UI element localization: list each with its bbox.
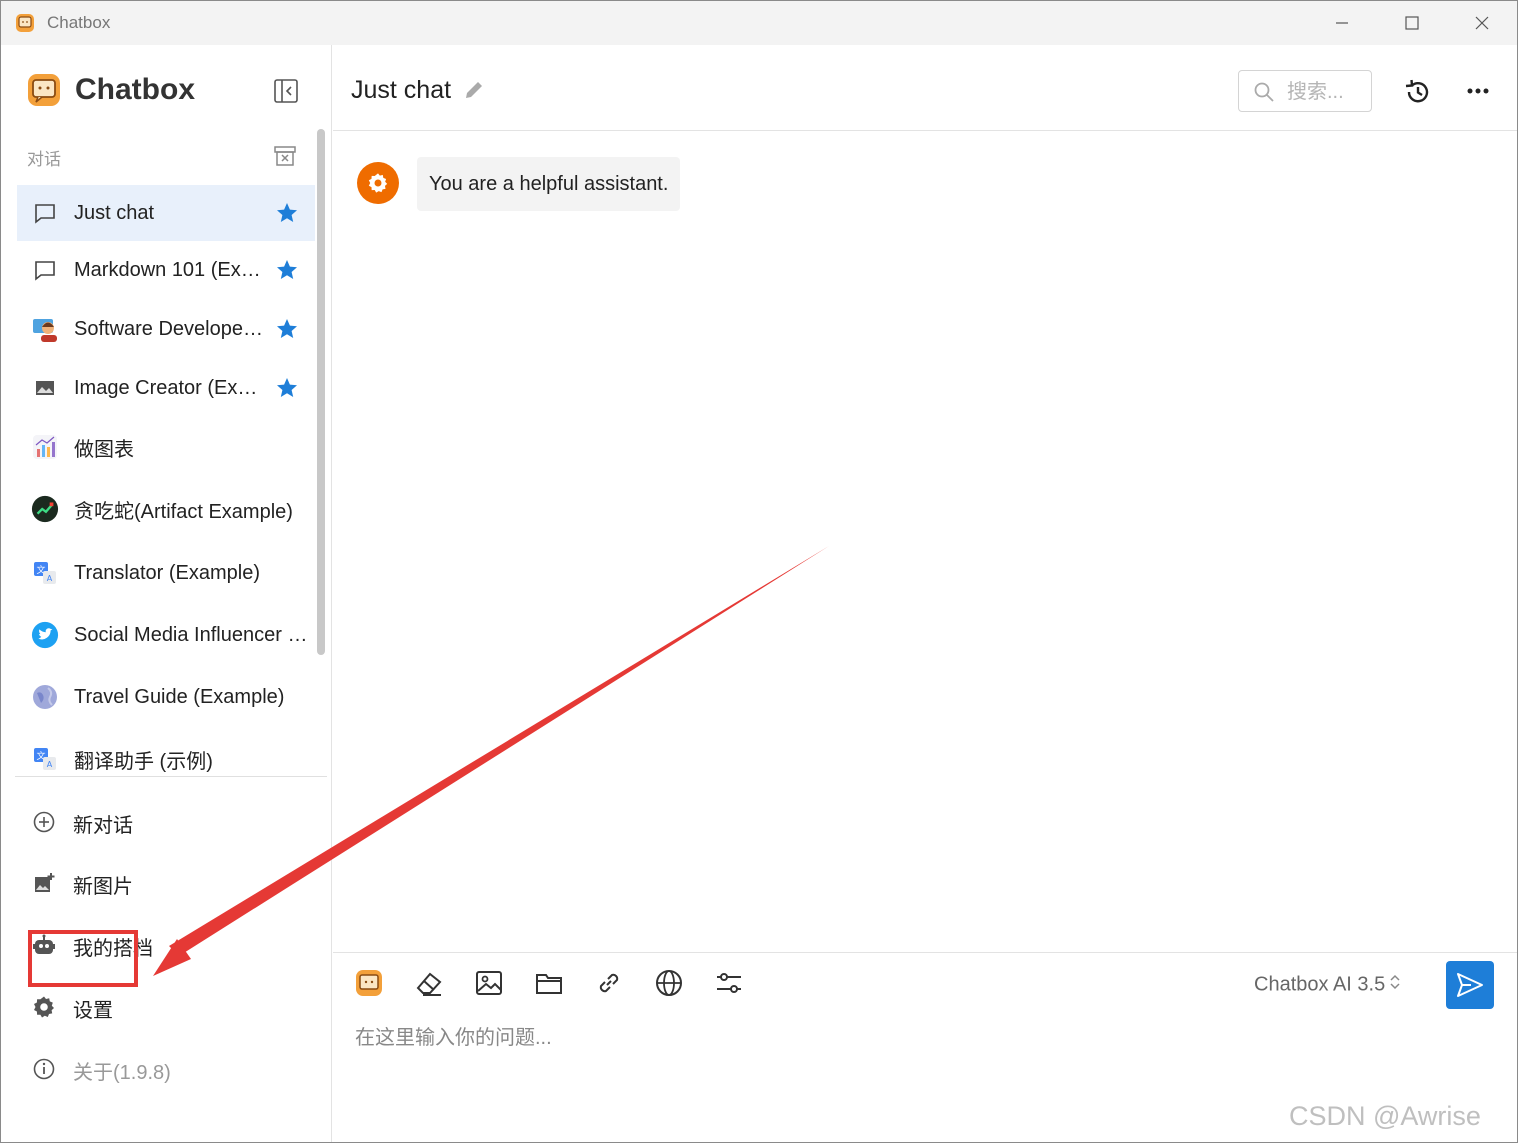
title-bar: Chatbox <box>1 1 1517 45</box>
conversation-item-software-developer[interactable]: Software Developer (Example) <box>17 301 315 357</box>
about-label: 关于(1.9.8) <box>73 1062 171 1084</box>
maximize-button[interactable] <box>1389 9 1435 37</box>
sliders-icon[interactable] <box>713 967 745 999</box>
new-image-button[interactable]: 新图片 <box>1 856 332 908</box>
conversation-label: Image Creator (Example) <box>74 376 264 399</box>
conversation-item-just-chat[interactable]: Just chat <box>17 185 315 241</box>
conversation-label: Markdown 101 (Example) <box>74 258 264 281</box>
image-icon <box>31 374 59 402</box>
svg-text:A: A <box>47 760 53 769</box>
conversation-label: 做图表 <box>74 438 134 461</box>
developer-avatar-icon <box>31 315 59 343</box>
system-gear-avatar-icon <box>357 162 399 204</box>
translate-avatar-icon: 文A <box>31 559 59 587</box>
chat-title: Just chat <box>351 76 452 104</box>
window-title: Chatbox <box>47 13 111 32</box>
svg-text:A: A <box>47 574 53 583</box>
chat-header: Just chat <box>333 45 1517 131</box>
minimize-button[interactable] <box>1319 9 1365 37</box>
conversation-item-social-media[interactable]: Social Media Influencer (Example) <box>17 604 315 666</box>
conversation-label: Travel Guide (Example) <box>74 685 285 708</box>
search-box[interactable] <box>1238 70 1372 112</box>
watermark: CSDN @Awrise <box>1289 1101 1481 1131</box>
send-button[interactable] <box>1446 961 1494 1009</box>
send-icon <box>1457 973 1483 997</box>
close-button[interactable] <box>1459 9 1505 37</box>
archive-icon[interactable] <box>273 145 297 167</box>
link-icon[interactable] <box>593 967 625 999</box>
sidebar-divider <box>15 776 327 777</box>
conversation-label: Software Developer (Example) <box>74 317 264 340</box>
globe-icon[interactable] <box>653 967 685 999</box>
add-image-icon <box>31 870 57 896</box>
history-icon[interactable] <box>1403 77 1433 107</box>
settings-label: 设置 <box>73 1000 113 1022</box>
about-button[interactable]: 关于(1.9.8) <box>1 1042 332 1094</box>
chat-bubble-icon <box>31 256 59 284</box>
message-bubble: You are a helpful assistant. <box>417 157 681 211</box>
new-chat-label: 新对话 <box>73 815 133 837</box>
twitter-avatar-icon <box>31 621 59 649</box>
conversations-section-label: 对话 <box>27 150 61 169</box>
pencil-icon[interactable] <box>463 79 485 101</box>
eraser-icon[interactable] <box>413 967 445 999</box>
snake-game-avatar-icon <box>31 495 59 523</box>
model-selector[interactable]: Chatbox AI 3.5 <box>1254 973 1401 997</box>
brand-name: Chatbox <box>75 73 195 106</box>
conversation-item-image-creator[interactable]: Image Creator (Example) <box>17 360 315 416</box>
new-image-label: 新图片 <box>73 876 133 898</box>
app-window: Chatbox Chatbox 对话 Just chat Markdown 10… <box>0 0 1518 1143</box>
main-panel: Just chat You are a helpful assistant. <box>333 45 1517 1142</box>
conversation-item-translator[interactable]: 文A Translator (Example) <box>17 542 315 604</box>
gear-icon <box>31 994 57 1020</box>
star-icon[interactable] <box>275 317 299 341</box>
globe-avatar-icon <box>31 683 59 711</box>
conversation-item-translate-assistant[interactable]: 文A 翻译助手 (示例) <box>17 728 315 790</box>
conversation-label: 贪吃蛇(Artifact Example) <box>74 500 293 523</box>
translate-avatar-icon: 文A <box>31 745 59 773</box>
conversation-label: Social Media Influencer (Example) <box>74 623 308 646</box>
conversation-item-snake[interactable]: 贪吃蛇(Artifact Example) <box>17 478 315 540</box>
conversation-item-chart[interactable]: 做图表 <box>17 419 315 475</box>
conversation-item-travel-guide[interactable]: Travel Guide (Example) <box>17 666 315 728</box>
chart-avatar-icon <box>31 433 59 461</box>
folder-icon[interactable] <box>533 967 565 999</box>
info-icon <box>31 1056 57 1082</box>
brand-logo-icon <box>27 73 61 107</box>
copilot-logo-icon[interactable] <box>353 967 385 999</box>
plus-circle-icon <box>31 809 57 835</box>
sidebar-scrollbar[interactable] <box>317 129 325 655</box>
app-logo-icon <box>15 13 35 33</box>
conversation-label: 翻译助手 (示例) <box>74 750 213 773</box>
settings-button[interactable]: 设置 <box>1 980 332 1032</box>
more-options-icon[interactable] <box>1463 79 1493 103</box>
new-chat-button[interactable]: 新对话 <box>1 795 332 847</box>
image-upload-icon[interactable] <box>473 967 505 999</box>
conversation-label: Translator (Example) <box>74 561 260 584</box>
search-icon <box>1253 81 1275 103</box>
star-icon[interactable] <box>275 201 299 225</box>
annotation-highlight-box <box>28 930 138 987</box>
collapse-sidebar-icon[interactable] <box>273 78 299 104</box>
search-input[interactable] <box>1287 79 1363 105</box>
chat-bubble-icon <box>31 199 59 227</box>
star-icon[interactable] <box>275 258 299 282</box>
conversation-item-markdown[interactable]: Markdown 101 (Example) <box>17 242 315 298</box>
conversation-label: Just chat <box>74 201 155 224</box>
star-icon[interactable] <box>275 376 299 400</box>
model-name: Chatbox AI 3.5 <box>1254 973 1386 996</box>
chevron-updown-icon <box>1389 973 1401 997</box>
